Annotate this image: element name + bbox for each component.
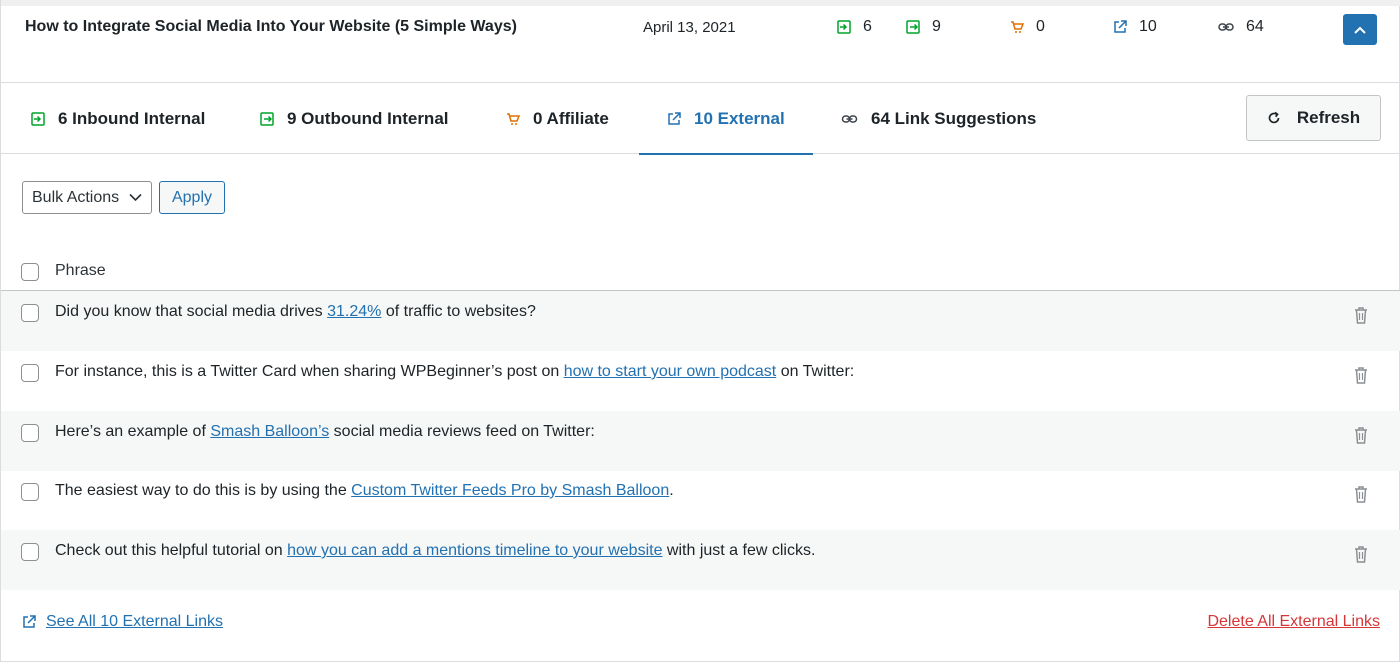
- tab-label: 64 Link Suggestions: [871, 109, 1037, 128]
- stat-affiliate: 0: [1010, 18, 1045, 36]
- chevron-down-icon: [129, 193, 142, 202]
- chevron-up-icon: [1354, 26, 1366, 34]
- table-row: Check out this helpful tutorial on how y…: [1, 530, 1400, 590]
- cart-icon: [1011, 21, 1024, 33]
- chain-link-icon: [1218, 23, 1234, 31]
- phrase-after: .: [669, 482, 674, 499]
- phrase-text: Here’s an example of Smash Balloon’s soc…: [55, 423, 595, 441]
- tab-label: 6 Inbound Internal: [58, 109, 206, 128]
- phrase-text: For instance, this is a Twitter Card whe…: [55, 363, 854, 381]
- table-footer: See All 10 External Links Delete All Ext…: [1, 590, 1400, 662]
- post-date: April 13, 2021: [643, 19, 736, 36]
- phrase-text: Check out this helpful tutorial on how y…: [55, 542, 815, 560]
- phrase-link[interactable]: Custom Twitter Feeds Pro by Smash Balloo…: [351, 482, 669, 499]
- tab-inbound-internal[interactable]: 6 Inbound Internal: [31, 84, 205, 154]
- phrase-after: of traffic to websites?: [381, 303, 536, 320]
- tab-outbound-internal[interactable]: 9 Outbound Internal: [260, 84, 449, 154]
- stat-affiliate-value: 0: [1036, 18, 1045, 35]
- table-row: The easiest way to do this is by using t…: [1, 470, 1400, 530]
- refresh-button[interactable]: Refresh: [1246, 95, 1381, 141]
- tab-external[interactable]: 10 External: [639, 84, 813, 155]
- table-header: Phrase: [1, 252, 1400, 291]
- phrase-before: Check out this helpful tutorial on: [55, 542, 288, 559]
- tab-label: 9 Outbound Internal: [287, 109, 449, 128]
- outbound-link-icon: [906, 20, 920, 34]
- phrase-link[interactable]: how you can add a mentions timeline to y…: [287, 542, 662, 559]
- select-all-checkbox[interactable]: [21, 263, 39, 281]
- stat-inbound-internal: 6: [837, 18, 872, 36]
- row-checkbox[interactable]: [21, 543, 39, 561]
- phrase-after: social media reviews feed on Twitter:: [329, 423, 595, 440]
- tab-label: 10 External: [694, 109, 785, 128]
- collapse-row-button[interactable]: [1343, 14, 1377, 45]
- inbound-link-icon: [31, 112, 45, 126]
- refresh-label: Refresh: [1296, 108, 1361, 127]
- table-row: Here’s an example of Smash Balloon’s soc…: [1, 411, 1400, 471]
- tab-label: 0 Affiliate: [533, 109, 609, 128]
- column-header-phrase: Phrase: [55, 262, 106, 279]
- outbound-link-icon: [260, 112, 274, 126]
- stat-inbound-internal-value: 6: [863, 18, 872, 35]
- trash-icon[interactable]: [1354, 485, 1368, 503]
- table-row: Did you know that social media drives 31…: [1, 291, 1400, 351]
- stat-outbound-internal-value: 9: [932, 18, 941, 35]
- external-link-icon: [668, 112, 681, 125]
- apply-button[interactable]: Apply: [159, 181, 225, 214]
- bulk-actions-value: Bulk Actions: [32, 188, 120, 206]
- stat-outbound-internal: 9: [906, 18, 941, 36]
- phrase-before: For instance, this is a Twitter Card whe…: [55, 363, 564, 380]
- delete-all-external-links[interactable]: Delete All External Links: [1207, 613, 1380, 631]
- stat-external: 10: [1113, 18, 1157, 36]
- stat-link-suggestions: 64: [1218, 18, 1264, 36]
- phrase-after: on Twitter:: [776, 363, 855, 380]
- tab-link-suggestions[interactable]: 64 Link Suggestions: [841, 84, 1036, 154]
- row-checkbox[interactable]: [21, 424, 39, 442]
- phrase-link[interactable]: 31.24%: [327, 303, 381, 320]
- table-row: For instance, this is a Twitter Card whe…: [1, 351, 1400, 411]
- external-link-icon: [23, 615, 36, 628]
- refresh-icon: [1268, 111, 1280, 124]
- cart-icon: [507, 113, 520, 125]
- tab-affiliate[interactable]: 0 Affiliate: [506, 84, 609, 154]
- post-title: How to Integrate Social Media Into Your …: [25, 18, 517, 35]
- link-tabs: 6 Inbound Internal 9 Outbound Internal 0…: [1, 84, 1400, 155]
- phrase-link[interactable]: how to start your own podcast: [564, 363, 777, 380]
- post-summary-row: How to Integrate Social Media Into Your …: [1, 6, 1400, 83]
- trash-icon[interactable]: [1354, 545, 1368, 563]
- link-report-panel: How to Integrate Social Media Into Your …: [0, 0, 1400, 662]
- row-checkbox[interactable]: [21, 483, 39, 501]
- inbound-link-icon: [837, 20, 851, 34]
- stat-external-value: 10: [1139, 18, 1157, 35]
- bulk-actions-select[interactable]: Bulk Actions: [22, 181, 152, 214]
- trash-icon[interactable]: [1354, 306, 1368, 324]
- phrase-link[interactable]: Smash Balloon’s: [210, 423, 329, 440]
- row-checkbox[interactable]: [21, 304, 39, 322]
- see-all-label: See All 10 External Links: [46, 613, 223, 630]
- row-checkbox[interactable]: [21, 364, 39, 382]
- phrase-before: Here’s an example of: [55, 423, 211, 440]
- phrase-text: The easiest way to do this is by using t…: [55, 482, 674, 500]
- stat-link-suggestions-value: 64: [1246, 18, 1264, 35]
- phrase-after: with just a few clicks.: [662, 542, 816, 559]
- chain-link-icon: [841, 115, 858, 123]
- trash-icon[interactable]: [1354, 426, 1368, 444]
- external-link-icon: [1114, 20, 1127, 33]
- trash-icon[interactable]: [1354, 366, 1368, 384]
- phrase-before: The easiest way to do this is by using t…: [55, 482, 352, 499]
- phrase-before: Did you know that social media drives: [55, 303, 328, 320]
- see-all-external-links[interactable]: See All 10 External Links: [22, 613, 223, 631]
- phrase-text: Did you know that social media drives 31…: [55, 303, 536, 321]
